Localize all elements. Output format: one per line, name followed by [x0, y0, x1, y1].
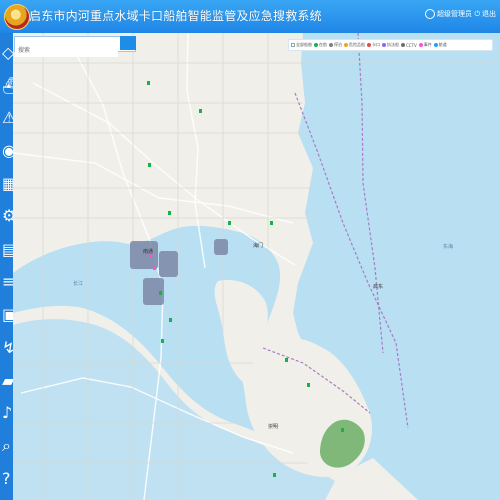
- system-logo: [4, 4, 30, 30]
- vessel-marker[interactable]: [153, 266, 156, 270]
- legend-underway[interactable]: 在航: [314, 42, 327, 48]
- legend-bar: 全部船舶 在航 停泊 危险品船 卡口 执法船 CCTV 事件 航道: [288, 39, 493, 51]
- city-patch: [130, 241, 158, 269]
- map-icon[interactable]: ◇: [2, 43, 14, 62]
- map-label-city: 启东: [373, 284, 384, 290]
- vessel-marker[interactable]: [199, 109, 202, 113]
- status-dot-icon: [314, 43, 318, 47]
- calendar-icon[interactable]: ▣: [2, 305, 17, 324]
- vessel-marker[interactable]: [169, 318, 172, 322]
- search-box[interactable]: [14, 36, 136, 57]
- search-button[interactable]: [120, 36, 136, 50]
- bell-icon[interactable]: ♪: [2, 403, 12, 422]
- vessel-marker[interactable]: [147, 81, 150, 85]
- logout-label: 退出: [482, 10, 496, 18]
- status-dot-icon: [344, 43, 348, 47]
- power-icon: ⏻: [474, 9, 480, 18]
- legend-cctv[interactable]: CCTV: [401, 43, 417, 48]
- map-canvas[interactable]: 南通 海门 启东 崇明 长江 东海: [13, 33, 500, 500]
- map-svg: [13, 33, 500, 500]
- alert-icon[interactable]: ⚠: [2, 108, 16, 127]
- status-dot-icon: [433, 43, 438, 47]
- vessel-marker[interactable]: [341, 428, 344, 432]
- vessel-marker[interactable]: [270, 221, 273, 225]
- logout-button[interactable]: ⏻ 退出: [474, 9, 496, 19]
- settings-icon[interactable]: ⚙: [2, 206, 16, 225]
- map-label-city: 南通: [143, 249, 154, 255]
- legend-event[interactable]: 事件: [418, 42, 432, 48]
- legend-law-enforcement[interactable]: 执法船: [382, 42, 399, 48]
- user-name: 超级管理员: [437, 10, 472, 18]
- camera-icon[interactable]: ◉: [2, 141, 16, 160]
- status-dot-icon: [401, 43, 405, 47]
- city-patch: [159, 251, 178, 277]
- chart-icon[interactable]: ▦: [2, 174, 17, 193]
- search-input[interactable]: [15, 44, 118, 57]
- city-patch: [214, 239, 228, 255]
- status-dot-icon: [329, 43, 333, 47]
- ship-icon[interactable]: ⛴: [2, 76, 22, 95]
- checkbox-icon[interactable]: [291, 43, 295, 47]
- top-header: 启东市内河重点水域卡口船舶智能监管及应急搜救系统 超级管理员 ⏻ 退出: [0, 0, 500, 33]
- legend-all-ships[interactable]: 全部船舶: [291, 42, 312, 48]
- layers-icon[interactable]: ≡: [2, 272, 15, 291]
- search-icon[interactable]: ⌕: [2, 436, 11, 455]
- vessel-marker[interactable]: [285, 358, 288, 362]
- folder-icon[interactable]: ▰: [2, 371, 14, 390]
- legend-checkpoint[interactable]: 卡口: [367, 42, 380, 48]
- left-toolbar: ◇ ⛴ ⚠ ◉ ▦ ⚙ ▤ ≡ ▣ ↯ ▰ ♪ ⌕ ?: [0, 33, 22, 500]
- app-title: 启东市内河重点水域卡口船舶智能监管及应急搜救系统: [29, 9, 322, 23]
- user-icon: [425, 9, 435, 19]
- legend-channel[interactable]: 航道: [433, 42, 447, 48]
- help-icon[interactable]: ?: [2, 469, 11, 488]
- map-label-water: 东海: [443, 244, 454, 250]
- vessel-marker[interactable]: [168, 211, 171, 215]
- user-menu[interactable]: 超级管理员: [425, 9, 472, 19]
- vessel-marker[interactable]: [273, 473, 276, 477]
- route-icon[interactable]: ↯: [2, 338, 15, 357]
- status-dot-icon: [367, 43, 371, 47]
- vessel-marker[interactable]: [228, 221, 231, 225]
- map-label-water: 长江: [73, 281, 84, 287]
- vessel-marker[interactable]: [159, 291, 162, 295]
- map-label-city: 崇明: [268, 424, 279, 430]
- vessel-marker[interactable]: [307, 383, 310, 387]
- vessel-marker[interactable]: [161, 339, 164, 343]
- map-label-city: 海门: [253, 243, 264, 249]
- document-icon[interactable]: ▤: [2, 240, 17, 259]
- vessel-marker[interactable]: [148, 163, 151, 167]
- status-dot-icon: [382, 43, 386, 47]
- legend-dangerous[interactable]: 危险品船: [344, 42, 365, 48]
- status-dot-icon: [418, 43, 423, 47]
- legend-moored[interactable]: 停泊: [329, 42, 342, 48]
